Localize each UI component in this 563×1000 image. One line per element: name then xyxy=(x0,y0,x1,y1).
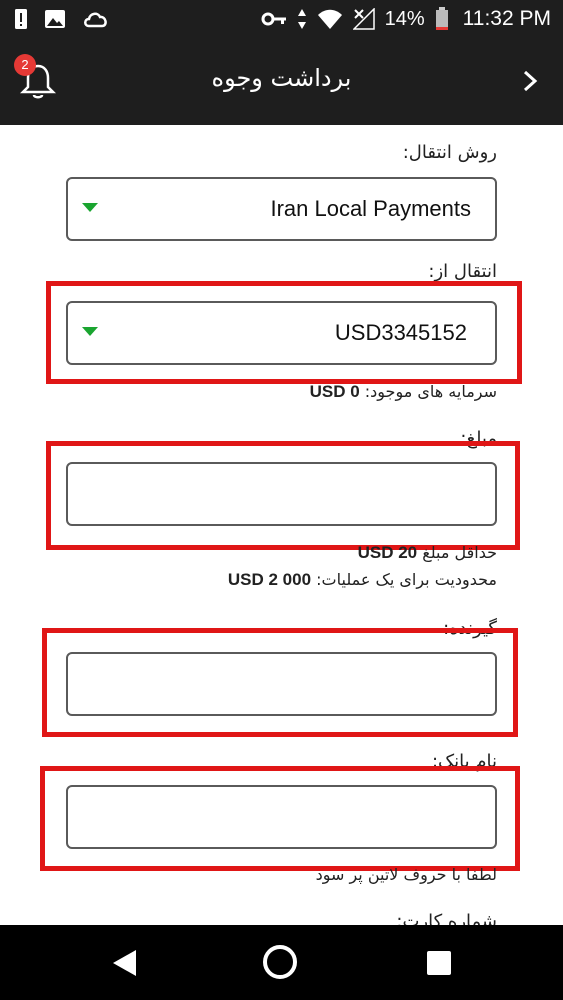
transfer-method-select[interactable]: Iran Local Payments xyxy=(66,177,497,241)
highlight-box xyxy=(46,281,522,384)
transfer-method-label: روش انتقال: xyxy=(402,142,497,163)
battery-icon xyxy=(435,7,449,31)
battery-percent: 14% xyxy=(384,7,425,30)
alert-icon xyxy=(14,7,28,31)
balance-value: USD 0 xyxy=(309,382,360,401)
balance-label: سرمایه های موجود: xyxy=(364,382,497,401)
cloud-icon xyxy=(82,9,110,29)
bank-name-hint: لطفا با حروف لاتین پر سود xyxy=(315,865,497,884)
app-bar: 2 برداشت وجوه xyxy=(0,38,563,125)
navigation-bar xyxy=(0,925,563,1000)
card-number-label: شماره کارت: xyxy=(396,911,497,925)
status-bar-right: 14% 11:32 PM xyxy=(261,6,551,32)
nav-back-button[interactable] xyxy=(112,949,138,981)
limit-label: محدودیت برای یک عملیات: xyxy=(316,570,497,589)
clock: 11:32 PM xyxy=(462,7,551,30)
page-title: برداشت وجوه xyxy=(211,64,352,92)
status-bar-left-icons xyxy=(14,6,110,32)
minimum-amount: حداقل مبلغ USD 20 xyxy=(358,543,497,563)
wifi-icon xyxy=(317,8,343,30)
highlight-box xyxy=(40,766,520,871)
min-amount-value: USD 20 xyxy=(357,543,418,562)
transfer-method-value: Iran Local Payments xyxy=(270,196,471,221)
vpn-key-icon xyxy=(261,11,287,27)
data-arrows-icon xyxy=(297,8,307,30)
back-triangle-icon xyxy=(113,950,136,976)
nav-home-button[interactable] xyxy=(263,945,297,979)
withdrawal-form: روش انتقال: Iran Local Payments انتقال ا… xyxy=(0,125,563,925)
highlight-box xyxy=(42,628,518,737)
back-button[interactable] xyxy=(519,66,541,96)
nav-recents-button[interactable] xyxy=(427,951,451,975)
dropdown-arrow-icon xyxy=(82,203,98,212)
min-amount-label: حداقل مبلغ xyxy=(422,543,497,562)
limit-value: USD 2 000 xyxy=(227,570,312,589)
transfer-from-label: انتقال از: xyxy=(428,261,497,282)
image-icon xyxy=(44,9,66,29)
highlight-box xyxy=(46,441,520,550)
status-bar: 14% 11:32 PM xyxy=(0,0,563,38)
no-signal-icon xyxy=(352,8,375,30)
chevron-right-icon xyxy=(523,70,538,92)
operation-limit: محدودیت برای یک عملیات: USD 2 000 xyxy=(228,570,497,590)
available-balance: سرمایه های موجود: USD 0 xyxy=(310,382,497,402)
